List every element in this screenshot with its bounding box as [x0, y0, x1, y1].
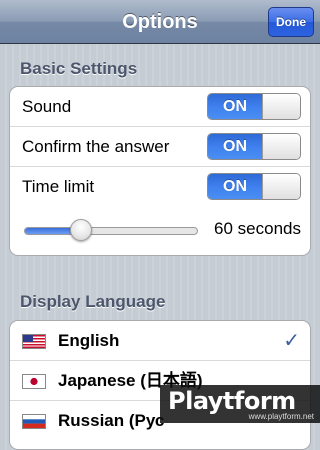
- language-label: English: [58, 331, 120, 350]
- toggle-knob: [262, 174, 300, 199]
- time-limit-label: Time limit: [22, 177, 95, 196]
- time-limit-value: 60 seconds: [214, 219, 301, 238]
- time-limit-slider[interactable]: [24, 227, 198, 235]
- language-item-english[interactable]: English ✓: [10, 321, 310, 361]
- toggle-knob: [262, 134, 300, 159]
- basic-settings-group: Sound ON Confirm the answer ON Time limi…: [9, 86, 311, 256]
- sound-toggle-state: ON: [208, 94, 262, 119]
- time-limit-row: Time limit ON: [10, 167, 310, 207]
- watermark-url: www.playtform.net: [248, 412, 314, 421]
- time-limit-toggle-state: ON: [208, 174, 262, 199]
- confirm-answer-row: Confirm the answer ON: [10, 127, 310, 167]
- toggle-knob: [262, 94, 300, 119]
- confirm-toggle-state: ON: [208, 134, 262, 159]
- basic-settings-header: Basic Settings: [20, 59, 138, 78]
- language-label: Russian (Рус: [58, 411, 165, 430]
- time-limit-toggle[interactable]: ON: [207, 173, 301, 200]
- russia-flag-icon: [22, 414, 46, 429]
- watermark: Playtform www.playtform.net: [160, 385, 320, 423]
- navigation-bar: Options Done: [0, 0, 320, 44]
- done-button[interactable]: Done: [268, 7, 314, 37]
- time-limit-slider-row: 60 seconds: [10, 207, 310, 251]
- watermark-brand: Playtform: [168, 387, 296, 415]
- confirm-answer-label: Confirm the answer: [22, 137, 170, 156]
- sound-toggle[interactable]: ON: [207, 93, 301, 120]
- checkmark-icon: ✓: [283, 330, 300, 352]
- confirm-answer-toggle[interactable]: ON: [207, 133, 301, 160]
- sound-label: Sound: [22, 97, 72, 116]
- sound-row: Sound ON: [10, 87, 310, 127]
- display-language-header: Display Language: [20, 292, 166, 311]
- slider-thumb[interactable]: [70, 219, 93, 241]
- japan-flag-icon: [22, 374, 46, 389]
- us-flag-icon: [22, 334, 46, 349]
